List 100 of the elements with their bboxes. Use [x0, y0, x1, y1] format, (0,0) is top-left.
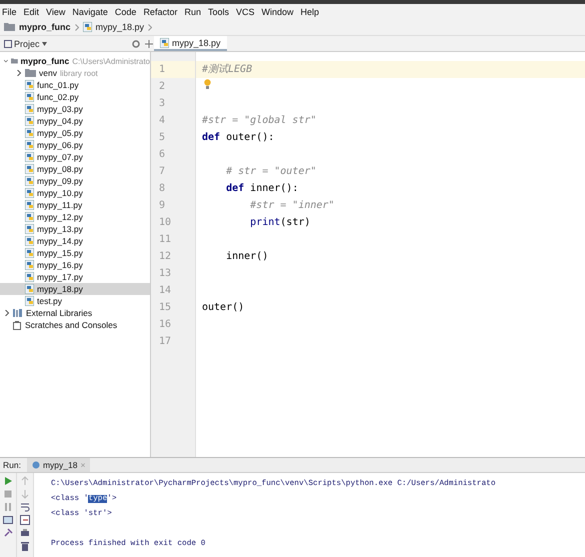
tree-item[interactable]: mypy_03.py — [0, 103, 150, 115]
tree-item[interactable]: func_01.py — [0, 79, 150, 91]
menu-item[interactable]: Run — [184, 6, 201, 16]
line-number: 8 — [158, 182, 166, 196]
line-number: 1 — [151, 61, 195, 78]
line-number: 16 — [158, 318, 172, 332]
code-line: # str = "outer" — [225, 165, 318, 179]
folder-icon — [4, 23, 15, 31]
breadcrumb-item[interactable]: mypro_func — [19, 22, 71, 32]
menu-item[interactable]: VCS — [236, 6, 254, 16]
layout-icon[interactable] — [3, 515, 13, 525]
python-file-icon — [25, 176, 34, 186]
editor-tab[interactable]: mypy_18.py — [154, 36, 227, 51]
line-number: 12 — [158, 250, 172, 264]
menu-item[interactable]: Code — [114, 6, 136, 16]
menu-item[interactable]: File — [2, 6, 17, 16]
tree-item[interactable]: mypy_04.py — [0, 115, 150, 127]
scratch-icon — [13, 320, 22, 330]
python-file-icon — [160, 38, 169, 48]
python-file-icon — [25, 236, 34, 246]
line-number: 7 — [158, 165, 166, 179]
project-view-dropdown[interactable]: Projec — [4, 38, 47, 48]
python-file-icon — [25, 200, 34, 210]
line-number: 3 — [158, 97, 166, 111]
line-number: 9 — [158, 199, 166, 213]
code-line: #str = "inner" — [249, 199, 336, 213]
lightbulb-icon[interactable] — [204, 79, 211, 89]
tree-item[interactable]: mypy_17.py — [0, 271, 150, 283]
menu-item[interactable]: Navigate — [72, 6, 108, 16]
line-number: 4 — [158, 114, 166, 128]
tree-item[interactable]: func_02.py — [0, 91, 150, 103]
folder-icon — [10, 57, 18, 65]
line-number: 5 — [158, 131, 166, 145]
caret-icon — [42, 42, 47, 46]
trash-icon[interactable] — [20, 541, 30, 551]
menu-item[interactable]: Edit — [24, 6, 40, 16]
tree-item[interactable]: mypy_08.py — [0, 163, 150, 175]
python-file-icon — [25, 296, 34, 306]
python-file-icon — [25, 152, 34, 162]
path-hint: C:\Users\Administrato — [72, 56, 150, 66]
python-file-icon — [25, 212, 34, 222]
tree-item[interactable]: test.py — [0, 295, 150, 307]
chevron-icon — [74, 24, 79, 30]
chevron-icon — [148, 24, 152, 30]
tree-item[interactable]: mypy_12.py — [0, 211, 150, 223]
menu-item[interactable]: Tools — [208, 6, 229, 16]
python-file-icon — [25, 260, 34, 270]
line-number: 2 — [158, 80, 166, 94]
line-number: 10 — [158, 216, 172, 230]
menu-item[interactable]: View — [46, 6, 66, 16]
line-number: 15 — [158, 301, 172, 315]
print-icon[interactable] — [20, 528, 30, 538]
scroll-to-end-icon[interactable] — [20, 515, 30, 525]
python-file-icon — [82, 22, 92, 32]
tree-item[interactable]: mypy_10.py — [0, 187, 150, 199]
run-icon[interactable] — [3, 476, 13, 486]
tree-item[interactable]: mypy_07.py — [0, 151, 150, 163]
tree-item[interactable]: External Libraries — [0, 307, 150, 319]
python-file-icon — [25, 116, 34, 126]
line-number: 13 — [158, 267, 172, 281]
tree-item[interactable]: mypy_06.py — [0, 139, 150, 151]
tree-item[interactable]: Scratches and Consoles — [0, 319, 150, 331]
code-line: outer() — [201, 301, 246, 315]
run-label: Run: — [3, 460, 21, 470]
python-file-icon — [25, 272, 34, 282]
menu-item[interactable]: Refactor — [143, 6, 178, 16]
line-number: 6 — [158, 148, 166, 162]
soft-wrap-icon[interactable] — [20, 502, 30, 512]
run-tab[interactable]: mypy_18 × — [26, 458, 90, 472]
tree-item[interactable]: mypro_func C:\Users\Administrato — [0, 55, 150, 67]
python-file-icon — [25, 284, 34, 294]
breadcrumb-item[interactable]: mypy_18.py — [96, 22, 144, 32]
tree-item[interactable]: mypy_09.py — [0, 175, 150, 187]
python-file-icon — [25, 164, 34, 174]
tree-item[interactable]: mypy_15.py — [0, 247, 150, 259]
code-line: #str = "global str" — [201, 114, 318, 128]
project-icon — [4, 40, 12, 48]
python-file-icon — [25, 80, 34, 90]
line-number: 11 — [158, 233, 172, 247]
tree-item[interactable]: mypy_16.py — [0, 259, 150, 271]
tree-item[interactable]: venv library root — [0, 67, 150, 79]
code-line: def inner(): — [225, 182, 300, 196]
python-file-icon — [25, 128, 34, 138]
tree-item[interactable]: mypy_13.py — [0, 223, 150, 235]
python-file-icon — [25, 188, 34, 198]
code-line: def outer(): — [201, 131, 276, 145]
path-hint: library root — [60, 68, 98, 78]
tree-item[interactable]: mypy_11.py — [0, 199, 150, 211]
python-file-icon — [25, 224, 34, 234]
tree-item[interactable]: mypy_14.py — [0, 235, 150, 247]
python-file-icon — [25, 92, 34, 102]
menu-item[interactable]: Window — [262, 6, 294, 16]
python-file-icon — [25, 140, 34, 150]
folder-icon — [25, 69, 36, 77]
tree-item[interactable]: mypy_05.py — [0, 127, 150, 139]
python-file-icon — [25, 248, 34, 258]
tree-item[interactable]: mypy_18.py — [0, 283, 150, 295]
python-file-icon — [25, 104, 34, 114]
line-number: 17 — [158, 335, 172, 349]
menu-item[interactable]: Help — [300, 6, 320, 16]
